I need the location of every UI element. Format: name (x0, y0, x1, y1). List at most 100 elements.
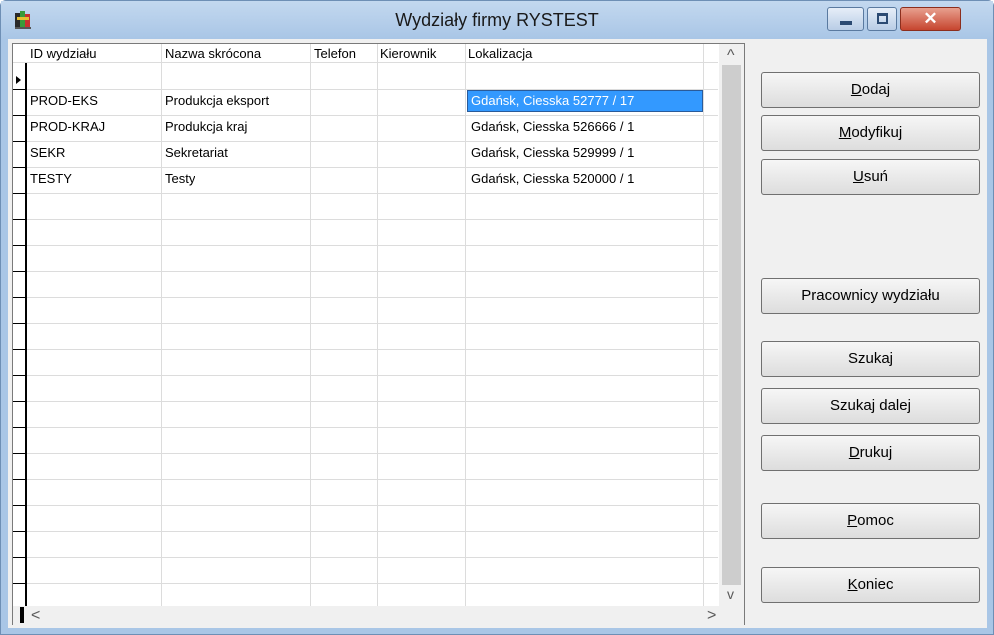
column-header-location[interactable]: Lokalizacja (468, 46, 532, 61)
row-indicator-tick (13, 219, 25, 220)
column-divider (377, 44, 378, 606)
help-mnemonic: P (847, 512, 858, 529)
row-indicator-tick (13, 115, 25, 116)
modify-button[interactable]: Modyfikuj (761, 115, 980, 151)
horizontal-scrollbar[interactable]: < > (13, 606, 744, 625)
row-divider (27, 531, 718, 532)
row-indicator-border (25, 44, 27, 606)
column-divider (310, 44, 311, 606)
row-divider (27, 453, 718, 454)
cell-name[interactable]: Testy (165, 171, 195, 186)
cell-location[interactable]: Gdańsk, Ciesska 529999 / 1 (471, 145, 701, 160)
row-indicator-tick (13, 375, 25, 376)
close-label: oniec (857, 576, 894, 593)
maximize-icon (877, 13, 888, 24)
row-indicator-tick (13, 505, 25, 506)
column-divider (703, 44, 704, 606)
row-indicator-tick (13, 557, 25, 558)
row-divider (27, 557, 718, 558)
vertical-scroll-thumb[interactable] (722, 65, 741, 585)
row-divider (27, 245, 718, 246)
print-button[interactable]: Drukuj (761, 435, 980, 471)
row-divider (27, 219, 718, 220)
close-button[interactable]: ✕ (900, 7, 961, 31)
row-divider (27, 349, 718, 350)
column-header-manager[interactable]: Kierownik (380, 46, 436, 61)
row-indicator-tick (13, 427, 25, 428)
add-label: odaj (861, 81, 891, 98)
row-indicator-tick (13, 89, 25, 90)
row-indicator-tick (13, 453, 25, 454)
modify-label: odyfikuj (851, 124, 903, 141)
minimize-icon (840, 21, 852, 25)
row-divider (27, 193, 718, 194)
row-divider (27, 401, 718, 402)
row-indicator-tick (13, 479, 25, 480)
row-divider (27, 167, 718, 168)
app-window: Wydziały firmy RYSTEST ✕ ID wydziału Naz… (0, 0, 994, 635)
scroll-down-arrow-icon[interactable]: v (727, 586, 734, 602)
row-indicator-tick (13, 297, 25, 298)
row-divider (27, 141, 718, 142)
row-indicator-marker (20, 607, 24, 623)
row-indicator-tick (13, 271, 25, 272)
scroll-up-arrow-icon[interactable]: ^ (727, 48, 735, 64)
row-indicator-tick (13, 349, 25, 350)
cell-location[interactable]: Gdańsk, Ciesska 520000 / 1 (471, 171, 701, 186)
column-header-name[interactable]: Nazwa skrócona (165, 46, 261, 61)
minimize-button[interactable] (827, 7, 864, 31)
help-label: omoc (857, 512, 894, 529)
cell-id[interactable]: PROD-EKS (30, 93, 98, 108)
search-button[interactable]: Szukaj (761, 341, 980, 377)
row-divider (27, 271, 718, 272)
current-row-pointer-icon (16, 76, 21, 84)
row-indicator-tick (13, 583, 25, 584)
row-indicator-tick (13, 531, 25, 532)
department-employees-button[interactable]: Pracownicy wydziału (761, 278, 980, 314)
column-divider (161, 44, 162, 606)
cell-name[interactable]: Produkcja kraj (165, 119, 247, 134)
search-next-button[interactable]: Szukaj dalej (761, 388, 980, 424)
delete-mnemonic: U (852, 168, 864, 185)
close-icon: ✕ (923, 9, 938, 28)
row-indicator-tick (13, 323, 25, 324)
maximize-button[interactable] (867, 7, 897, 31)
row-indicator-tick (13, 193, 25, 194)
print-label: rukuj (859, 444, 893, 461)
row-indicator-tick (13, 167, 25, 168)
scroll-right-arrow-icon[interactable]: > (707, 608, 716, 624)
vertical-scrollbar[interactable]: ^ v (719, 44, 744, 606)
delete-label: suń (863, 168, 889, 185)
cell-id[interactable]: SEKR (30, 145, 65, 160)
column-divider (465, 44, 466, 606)
title-bar[interactable]: Wydziały firmy RYSTEST ✕ (1, 1, 993, 39)
row-divider (27, 583, 718, 584)
row-indicator-tick (13, 245, 25, 246)
print-mnemonic: D (848, 444, 860, 461)
row-divider (27, 115, 718, 116)
close-window-button[interactable]: Koniec (761, 567, 980, 603)
row-divider (27, 505, 718, 506)
row-divider (27, 479, 718, 480)
cell-name[interactable]: Produkcja eksport (165, 93, 269, 108)
cell-location[interactable]: Gdańsk, Ciesska 52777 / 17 (471, 93, 699, 108)
add-mnemonic: D (850, 81, 862, 98)
departments-grid[interactable]: ID wydziału Nazwa skrócona Telefon Kiero… (12, 43, 745, 625)
row-divider (27, 427, 718, 428)
cell-name[interactable]: Sekretariat (165, 145, 228, 160)
scroll-left-arrow-icon[interactable]: < (31, 608, 40, 624)
row-divider (27, 297, 718, 298)
column-header-id[interactable]: ID wydziału (30, 46, 96, 61)
column-header-phone[interactable]: Telefon (314, 46, 356, 61)
delete-button[interactable]: Usuń (761, 159, 980, 195)
cell-id[interactable]: PROD-KRAJ (30, 119, 105, 134)
cell-location[interactable]: Gdańsk, Ciesska 526666 / 1 (471, 119, 701, 134)
row-divider (27, 375, 718, 376)
row-indicator-tick (13, 141, 25, 142)
add-button[interactable]: Dodaj (761, 72, 980, 108)
close-mnemonic: K (847, 576, 858, 593)
modify-mnemonic: M (838, 124, 852, 141)
help-button[interactable]: Pomoc (761, 503, 980, 539)
cell-id[interactable]: TESTY (30, 171, 72, 186)
row-divider (27, 323, 718, 324)
